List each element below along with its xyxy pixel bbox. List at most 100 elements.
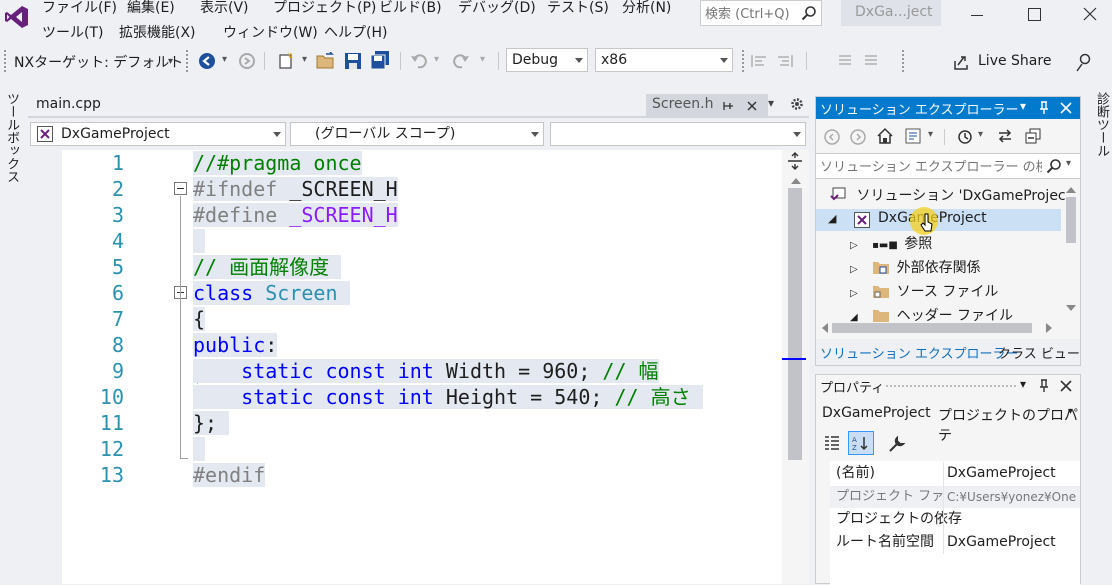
scrollbar-right-arrow[interactable] [1046,323,1052,333]
property-pages-wrench-icon[interactable] [888,435,906,453]
settings-gear-icon[interactable] [790,97,804,111]
navigate-back-dropdown-icon[interactable]: ▾ [222,54,227,65]
redo-dropdown-icon[interactable]: ▾ [480,54,485,65]
tree-item-external-dependencies[interactable]: ▷ 外部依存関係 [850,257,981,279]
object-dropdown-icon[interactable]: ▾ [1068,406,1073,417]
close-panel-icon[interactable] [1060,102,1072,114]
scrollbar-down-arrow[interactable] [1066,305,1076,311]
uncomment-icon[interactable] [862,52,880,70]
minimize-button[interactable] [965,4,989,24]
menu-view[interactable]: 表示(V) [200,0,249,17]
tab-class-view[interactable]: クラス ビュー [998,343,1080,362]
back-icon[interactable] [824,129,840,145]
code-editor[interactable]: 1 2 3 4 5 6 7 8 9 10 11 12 13 //#pragma … [62,150,782,584]
align-right-icon[interactable] [776,52,794,70]
redo-icon[interactable] [452,52,470,70]
diagnostic-tools-side-tab[interactable]: 診断ツール [1090,90,1110,190]
search-options-dropdown-icon[interactable]: ▾ [1066,158,1071,169]
tree-item-source-files[interactable]: ▷ ソース ファイル [850,281,998,303]
feedback-person-icon[interactable] [1074,52,1094,72]
scrollbar-thumb[interactable] [788,188,802,460]
forward-icon[interactable] [850,129,866,145]
project-nav-dropdown[interactable]: DxGameProject [30,122,286,146]
menu-file[interactable]: ファイル(F) [42,0,117,17]
open-folder-icon[interactable] [316,52,336,70]
undo-dropdown-icon[interactable]: ▾ [434,54,439,65]
filter-dropdown-icon[interactable]: ▾ [978,129,983,140]
tree-item-references[interactable]: ▷ ▪▬■ 参照 [850,233,932,255]
property-row[interactable]: ルート名前空間 DxGameProject [836,531,1056,553]
new-project-icon[interactable] [276,50,296,70]
menu-edit[interactable]: 編集(E) [127,0,175,17]
pin-panel-icon[interactable] [1038,379,1050,393]
property-row[interactable]: (名前) DxGameProject [836,462,1056,484]
menu-debug[interactable]: デバッグ(D) [458,0,536,17]
alphabetical-button[interactable]: AZ [848,431,874,455]
menu-test[interactable]: テスト(S) [547,0,609,17]
scrollbar-left-arrow[interactable] [822,323,828,333]
align-left-icon[interactable] [750,52,768,70]
sync-with-active-document-icon[interactable] [996,127,1014,145]
tree-vertical-scrollbar[interactable] [1064,183,1078,319]
pin-to-keep-icon[interactable] [722,100,734,112]
tab-solution-explorer[interactable]: ソリューション エクスプローラー [820,343,1018,362]
navigate-back-icon[interactable] [198,52,216,70]
home-icon[interactable] [876,127,894,145]
maximize-button[interactable] [1022,4,1046,24]
expanded-arrow-icon[interactable]: ◢ [828,212,836,225]
nx-target-label[interactable]: NXターゲット: デフォルト [14,52,183,72]
menu-window[interactable]: ウィンドウ(W) [223,22,318,42]
menu-build[interactable]: ビルド(B) [379,0,442,17]
tree-horizontal-scrollbar[interactable] [816,321,1064,335]
quick-search-box[interactable] [700,0,822,26]
tab-main-cpp[interactable]: main.cpp [36,96,101,112]
scrollbar-up-arrow[interactable] [791,178,801,184]
close-panel-icon[interactable] [1060,380,1072,392]
scrollbar-thumb[interactable] [832,323,1032,333]
editor-vertical-scrollbar[interactable] [782,150,809,584]
solution-search-input[interactable] [818,156,1044,178]
panel-options-dropdown-icon[interactable]: ▾ [1020,377,1026,391]
nx-target-dropdown-icon[interactable]: ▾ [168,56,173,67]
tree-item-project-selected[interactable]: ◢ DxGameProject [816,209,1061,231]
collapse-all-icon[interactable] [1024,127,1042,145]
property-row[interactable]: プロジェクト ファイル C:¥Users¥yonez¥One [836,486,1076,508]
pin-panel-icon[interactable] [1038,101,1050,115]
split-window-icon[interactable] [786,152,804,170]
pending-changes-filter-icon[interactable] [956,127,974,145]
menu-help[interactable]: ヘルプ(H) [324,22,387,42]
undo-icon[interactable] [410,52,428,70]
close-tab-icon[interactable] [746,100,758,112]
live-share-button[interactable]: Live Share [952,50,1052,74]
menu-analyze[interactable]: 分析(N) [622,0,671,17]
save-all-icon[interactable] [370,50,390,70]
save-icon[interactable] [344,52,362,70]
tree-item-solution[interactable]: ソリューション 'DxGameProject' (1 [830,185,1066,207]
panel-options-dropdown-icon[interactable]: ▾ [1020,99,1026,113]
collapse-ifndef-toggle[interactable] [174,182,187,195]
switch-views-icon[interactable] [904,127,922,145]
close-window-button[interactable] [1078,4,1102,24]
scrollbar-up-arrow[interactable] [1066,187,1076,193]
scrollbar-thumb[interactable] [1066,197,1076,243]
categorized-icon[interactable] [824,435,840,451]
quick-search-input[interactable] [703,3,799,25]
scope-nav-dropdown[interactable]: (グローバル スコープ) [290,122,544,146]
properties-object-selector[interactable]: DxGameProject プロジェクトのプロパテ ▾ [816,401,1080,444]
collapsed-arrow-icon[interactable]: ▷ [850,288,858,299]
navigate-forward-icon[interactable] [238,52,256,70]
solution-configuration-dropdown[interactable]: Debug [506,48,588,72]
solution-platform-dropdown[interactable]: x86 [595,48,733,72]
new-project-dropdown-icon[interactable]: ▾ [302,54,307,65]
solution-search-box[interactable]: ▾ [816,153,1080,179]
collapsed-arrow-icon[interactable]: ▷ [850,264,858,275]
tab-screen-h[interactable]: Screen.h [646,94,768,116]
tab-list-dropdown-icon[interactable]: ▾ [768,96,774,110]
menu-extensions[interactable]: 拡張機能(X) [119,22,196,42]
toolbox-side-tab[interactable]: ツールボックス [0,90,20,190]
menu-tools[interactable]: ツール(T) [42,22,103,42]
member-nav-dropdown[interactable] [550,122,806,146]
comment-out-icon[interactable] [836,52,854,70]
switch-views-dropdown-icon[interactable]: ▾ [928,129,933,140]
menu-project[interactable]: プロジェクト(P) [273,0,376,17]
